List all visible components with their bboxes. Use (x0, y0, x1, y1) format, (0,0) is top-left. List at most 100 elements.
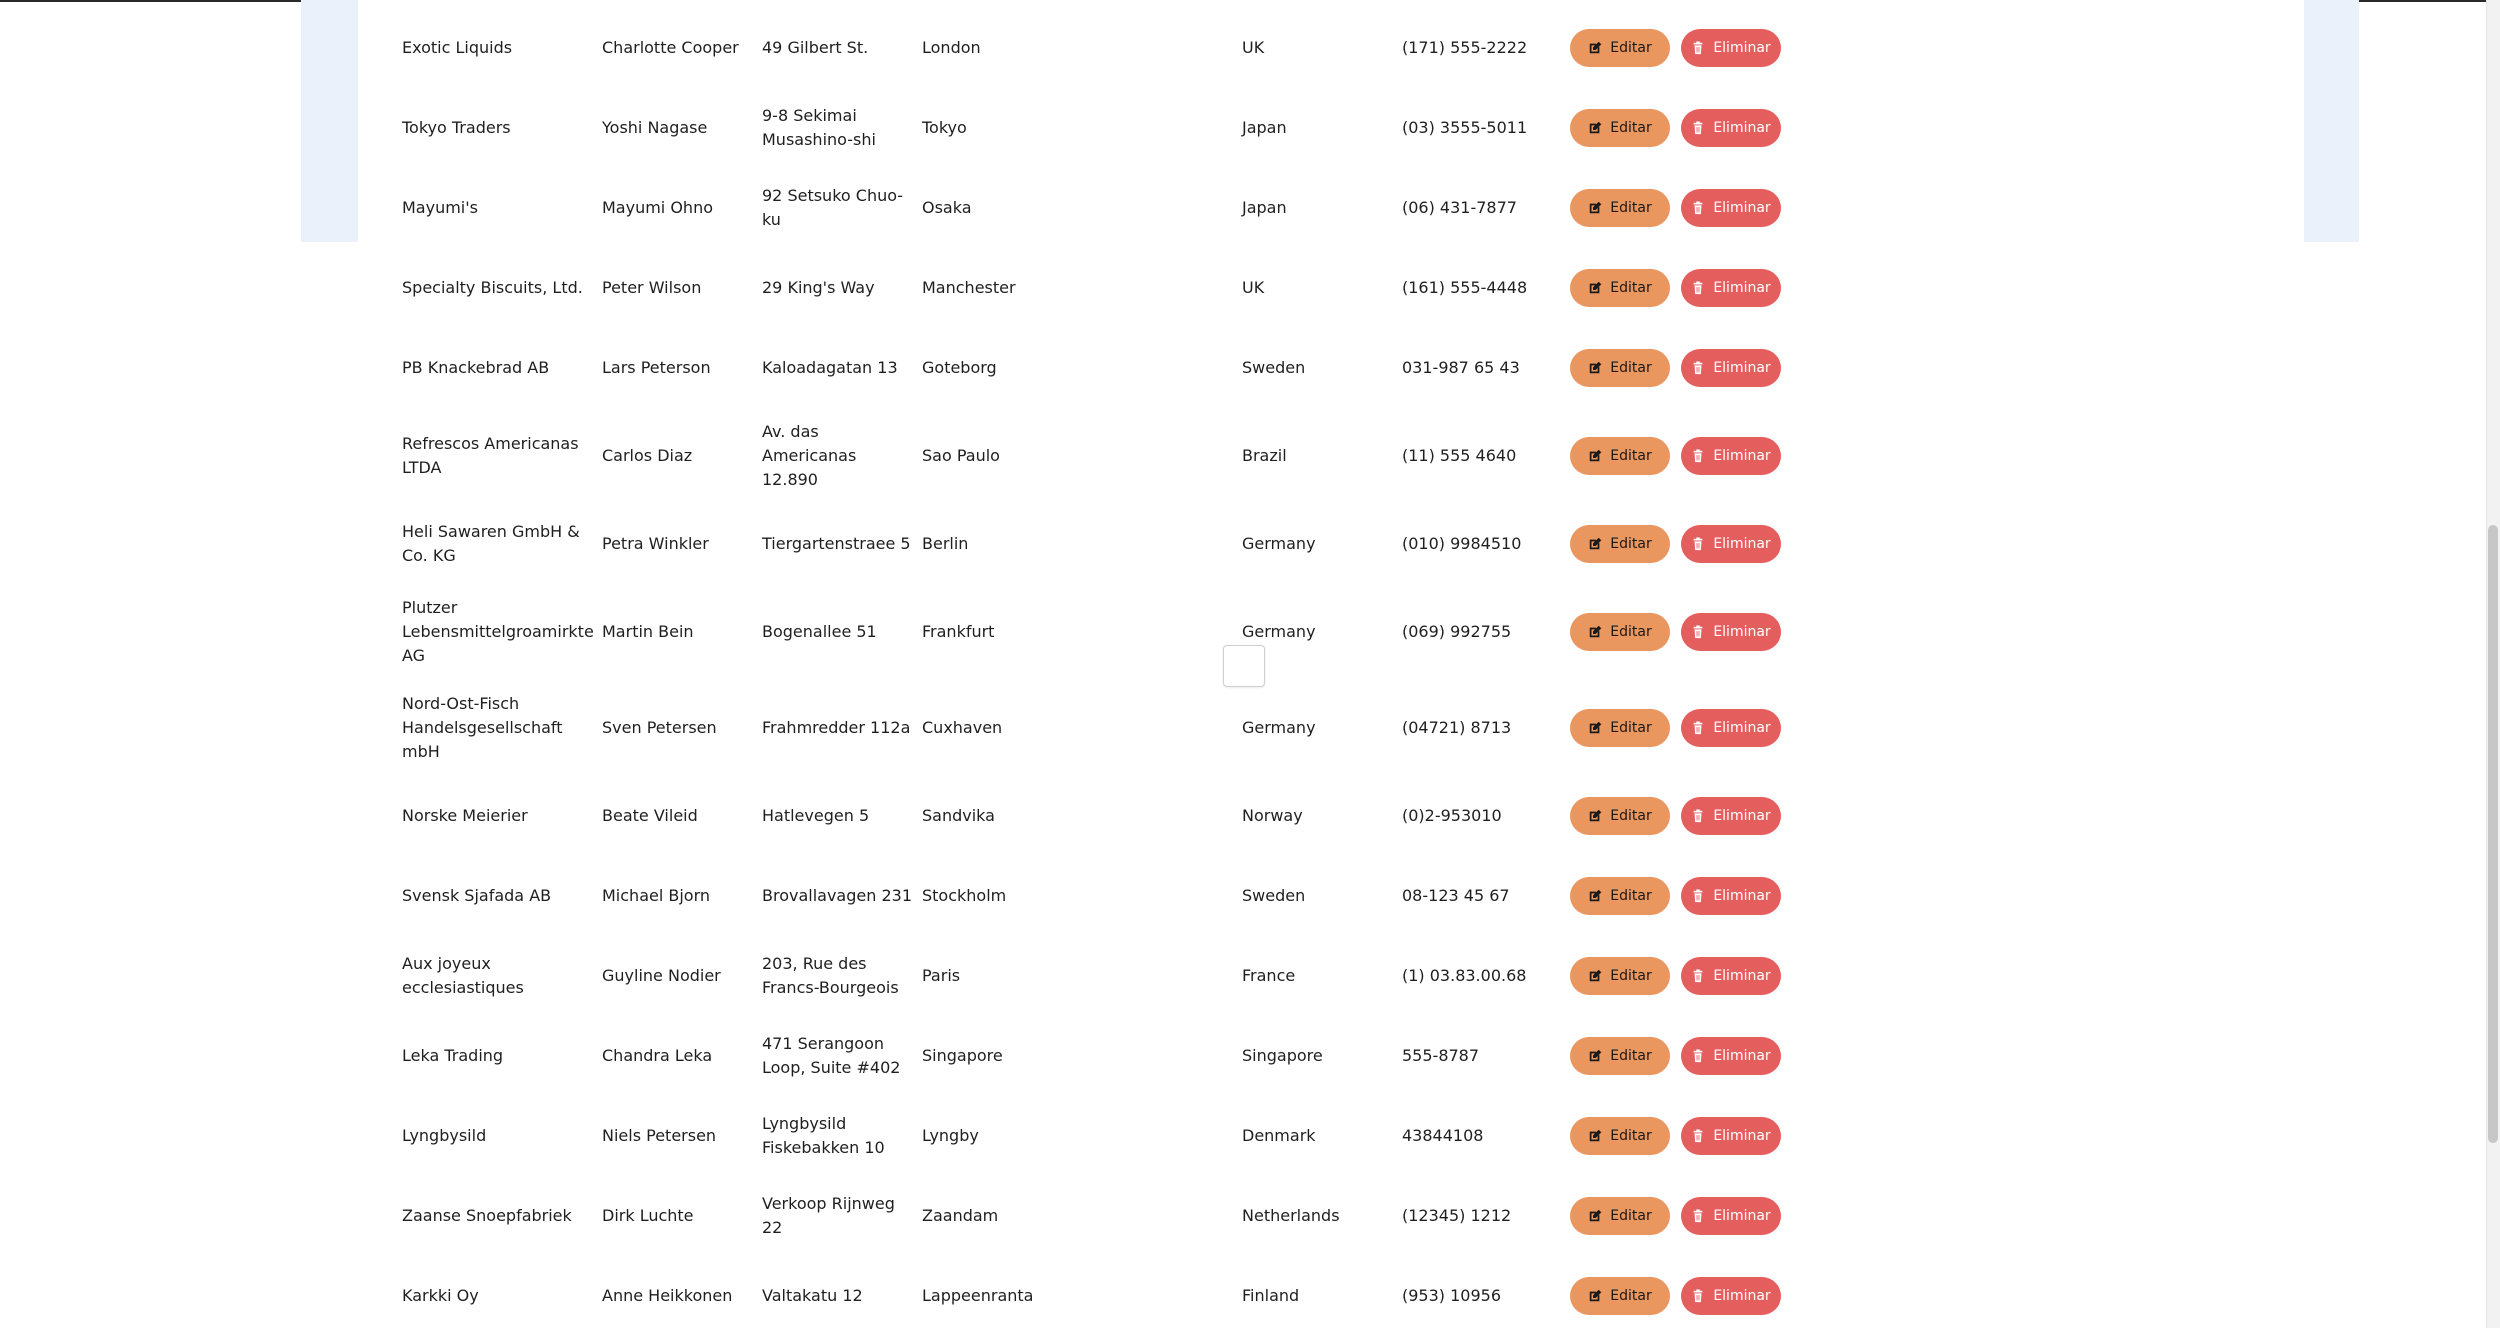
edit-button-label: Editar (1610, 808, 1652, 824)
edit-button[interactable]: Editar (1570, 109, 1670, 147)
cell-address: Bogenallee 51 (762, 622, 877, 641)
delete-button[interactable]: Eliminar (1681, 189, 1781, 227)
delete-button-label: Eliminar (1713, 120, 1771, 136)
delete-button[interactable]: Eliminar (1681, 957, 1781, 995)
cell-contact: Beate Vileid (602, 806, 698, 825)
floating-blank-box (1223, 645, 1265, 687)
delete-button[interactable]: Eliminar (1681, 525, 1781, 563)
cell-address: Hatlevegen 5 (762, 806, 870, 825)
edit-button[interactable]: Editar (1570, 525, 1670, 563)
cell-address: Brovallavagen 231 (762, 886, 912, 905)
table-row: Plutzer Lebensmittelgroamirkte AG Martin… (358, 588, 2304, 676)
cell-city: Osaka (922, 198, 972, 217)
cell-city: Goteborg (922, 358, 997, 377)
cell-phone: (06) 431-7877 (1402, 198, 1517, 217)
cell-actions: Editar Eliminar (1570, 500, 1810, 588)
edit-button[interactable]: Editar (1570, 269, 1670, 307)
edit-icon (1590, 1289, 1602, 1302)
cell-contact: Carlos Diaz (602, 446, 693, 465)
cell-actions: Editar Eliminar (1570, 412, 1810, 500)
edit-button[interactable]: Editar (1570, 877, 1670, 915)
edit-button[interactable]: Editar (1570, 29, 1670, 67)
delete-button-label: Eliminar (1713, 200, 1771, 216)
cell-actions: Editar Eliminar (1570, 84, 1810, 172)
cell-city: Tokyo (922, 118, 967, 137)
cell-city: Frankfurt (922, 622, 995, 641)
edit-icon (1590, 721, 1602, 734)
delete-button[interactable]: Eliminar (1681, 1277, 1781, 1315)
delete-button-label: Eliminar (1713, 720, 1771, 736)
delete-button-label: Eliminar (1713, 536, 1771, 552)
edit-button[interactable]: Editar (1570, 1277, 1670, 1315)
cell-address: Tiergartenstraee 5 (762, 534, 911, 553)
delete-button-label: Eliminar (1713, 968, 1771, 984)
delete-button[interactable]: Eliminar (1681, 709, 1781, 747)
cell-city: Lappeenranta (922, 1286, 1034, 1305)
edit-button-label: Editar (1610, 280, 1652, 296)
cell-company: Heli Sawaren GmbH & Co. KG (402, 522, 580, 565)
delete-button[interactable]: Eliminar (1681, 1037, 1781, 1075)
trash-icon (1693, 809, 1703, 823)
cell-phone: (010) 9984510 (1402, 534, 1522, 553)
trash-icon (1693, 281, 1703, 295)
delete-button-label: Eliminar (1713, 360, 1771, 376)
edit-button[interactable]: Editar (1570, 437, 1670, 475)
trash-icon (1693, 721, 1703, 735)
edit-button[interactable]: Editar (1570, 1117, 1670, 1155)
delete-button-label: Eliminar (1713, 448, 1771, 464)
cell-address: 9-8 Sekimai Musashino-shi (762, 106, 876, 149)
cell-company: Exotic Liquids (402, 38, 513, 57)
edit-icon (1590, 1049, 1602, 1062)
cell-phone: (1) 03.83.00.68 (1402, 966, 1527, 985)
delete-button[interactable]: Eliminar (1681, 877, 1781, 915)
cell-country: Sweden (1242, 358, 1306, 377)
cell-actions: Editar Eliminar (1570, 1012, 1810, 1100)
edit-button-label: Editar (1610, 1048, 1652, 1064)
cell-contact: Petra Winkler (602, 534, 709, 553)
delete-button[interactable]: Eliminar (1681, 613, 1781, 651)
edit-button[interactable]: Editar (1570, 797, 1670, 835)
cell-actions: Editar Eliminar (1570, 684, 1810, 772)
cell-actions: Editar Eliminar (1570, 324, 1810, 412)
cell-actions: Editar Eliminar (1570, 932, 1810, 1020)
delete-button-label: Eliminar (1713, 624, 1771, 640)
cell-phone: 031-987 65 43 (1402, 358, 1520, 377)
delete-button[interactable]: Eliminar (1681, 109, 1781, 147)
edit-button-label: Editar (1610, 120, 1652, 136)
delete-button[interactable]: Eliminar (1681, 29, 1781, 67)
cell-address: Frahmredder 112a (762, 718, 911, 737)
delete-button[interactable]: Eliminar (1681, 797, 1781, 835)
cell-city: Paris (922, 966, 961, 985)
edit-button[interactable]: Editar (1570, 189, 1670, 227)
delete-button[interactable]: Eliminar (1681, 269, 1781, 307)
edit-button[interactable]: Editar (1570, 709, 1670, 747)
table-row: Nord-Ost-Fisch Handelsgesellschaft mbH S… (358, 684, 2304, 772)
trash-icon (1693, 1129, 1703, 1143)
cell-contact: Yoshi Nagase (602, 118, 708, 137)
trash-icon (1693, 1289, 1703, 1303)
table-row: Lyngbysild Niels Petersen Lyngbysild Fis… (358, 1092, 2304, 1180)
cell-company: Norske Meierier (402, 806, 528, 825)
trash-icon (1693, 1209, 1703, 1223)
delete-button[interactable]: Eliminar (1681, 437, 1781, 475)
cell-country: Brazil (1242, 446, 1287, 465)
cell-address: Kaloadagatan 13 (762, 358, 898, 377)
cell-phone: (0)2-953010 (1402, 806, 1502, 825)
scrollbar-thumb[interactable] (2488, 525, 2498, 1143)
table-row: Norske Meierier Beate Vileid Hatlevegen … (358, 772, 2304, 860)
cell-contact: Mayumi Ohno (602, 198, 713, 217)
cell-company: Leka Trading (402, 1046, 504, 1065)
delete-button[interactable]: Eliminar (1681, 1197, 1781, 1235)
edit-button[interactable]: Editar (1570, 957, 1670, 995)
edit-button[interactable]: Editar (1570, 349, 1670, 387)
cell-phone: 555-8787 (1402, 1046, 1480, 1065)
edit-button[interactable]: Editar (1570, 1037, 1670, 1075)
cell-actions: Editar Eliminar (1570, 4, 1810, 92)
cell-address: 92 Setsuko Chuo- ku (762, 186, 904, 229)
edit-button[interactable]: Editar (1570, 613, 1670, 651)
edit-button[interactable]: Editar (1570, 1197, 1670, 1235)
cell-phone: (069) 992755 (1402, 622, 1512, 641)
delete-button[interactable]: Eliminar (1681, 1117, 1781, 1155)
delete-button[interactable]: Eliminar (1681, 349, 1781, 387)
cell-company: Nord-Ost-Fisch Handelsgesellschaft mbH (402, 694, 563, 761)
